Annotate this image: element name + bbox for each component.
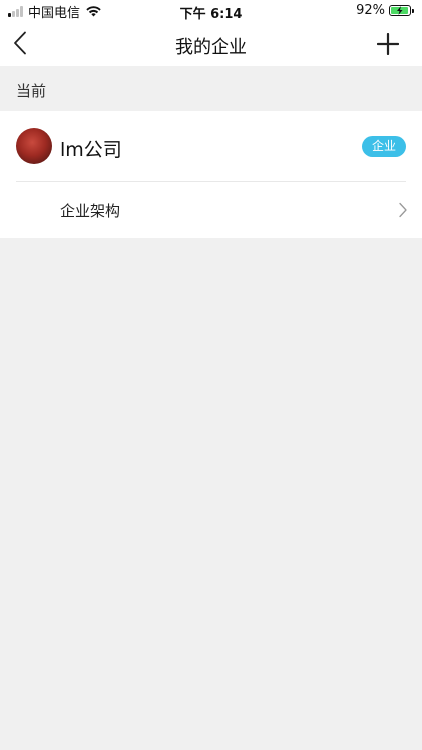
nav-bar: 我的企业 xyxy=(0,22,422,66)
company-name: lm公司 xyxy=(60,139,122,161)
company-card: lm公司 企业 企业架构 xyxy=(0,111,422,238)
status-badge: 企业 xyxy=(361,136,406,157)
status-right: 92% xyxy=(356,3,414,18)
status-bar: 中国电信 下午 6:14 92% xyxy=(0,0,422,22)
plus-icon xyxy=(377,33,399,55)
add-button[interactable] xyxy=(374,30,402,58)
battery-icon xyxy=(389,5,411,16)
battery-percent: 92% xyxy=(356,3,385,18)
page-title: 我的企业 xyxy=(175,37,247,58)
section-header-label: 当前 xyxy=(16,82,47,100)
org-structure-label: 企业架构 xyxy=(60,202,121,220)
org-structure-row[interactable]: 企业架构 xyxy=(0,182,422,238)
section-header: 当前 xyxy=(0,66,422,111)
chevron-right-icon xyxy=(399,202,407,218)
avatar xyxy=(16,128,52,164)
battery-cap xyxy=(412,8,414,13)
company-row[interactable]: lm公司 企业 xyxy=(0,111,422,181)
